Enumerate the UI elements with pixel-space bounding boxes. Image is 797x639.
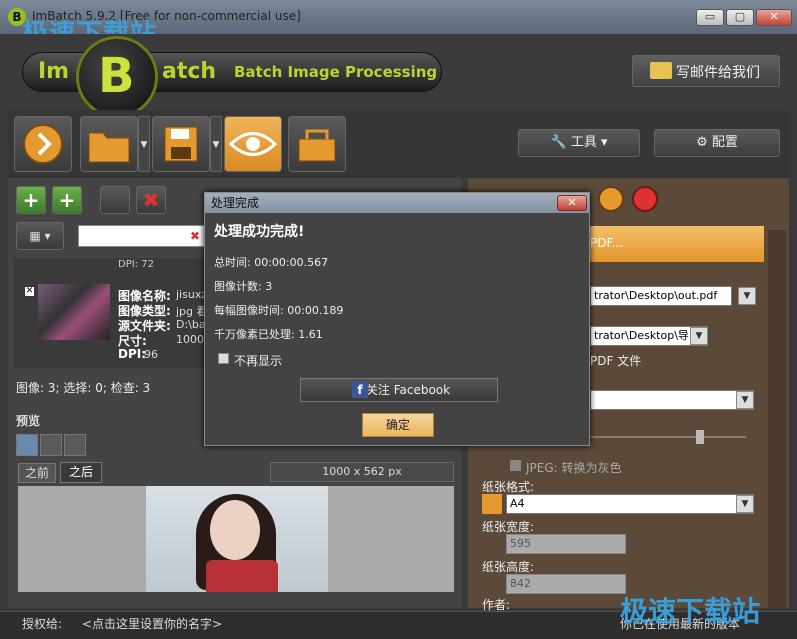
open-dropdown[interactable]: ▼ [138,116,150,172]
preview-button[interactable] [224,116,282,172]
add-image-button[interactable]: + [16,186,46,214]
jpeg-gray-checkbox[interactable] [510,460,521,471]
image-type-value: jpg 看 [176,305,208,318]
clear-filter-icon[interactable]: ✖ [190,229,200,243]
ok-button[interactable]: 确定 [362,413,434,437]
paper-format-link-icon[interactable] [482,494,502,514]
facebook-button[interactable]: 关注 Facebook [300,378,498,402]
preview-label: 预览 [16,414,41,428]
add-folder-button[interactable]: + [52,186,82,214]
image-dpi-label: DPI: [118,347,147,361]
plus-icon: + [22,188,40,212]
right-scrollbar[interactable] [768,230,786,608]
image-dpi-value: 96 [144,348,158,361]
jpeg-gray-label: JPEG: 转换为灰色 [526,461,622,475]
paper-width-label: 纸张宽度: [482,520,535,534]
logo-b: B [98,48,135,104]
image-stats: 图像: 3; 选择: 0; 检查: 3 [16,381,151,395]
dont-show-label: 不再显示 [234,354,283,368]
paper-format-select[interactable]: A4 [506,494,754,514]
tools-label: 工具 ▾ [570,135,608,150]
plus-icon: + [58,188,76,212]
paper-height-input[interactable]: 842 [506,574,626,594]
tab-after[interactable]: 之后 [60,462,102,483]
preview-dress [206,560,278,592]
play-icon [23,124,63,164]
image-checkbox[interactable]: ✕ [24,286,35,297]
option-select[interactable] [590,390,754,410]
eye-icon [228,132,278,156]
prev-item-dpi: DPI: 72 [118,259,154,270]
paper-format-dropdown[interactable]: ▼ [736,495,754,513]
save-dropdown[interactable]: ▼ [210,116,222,172]
paper-format-label: 纸张格式: [482,480,535,494]
delete-button[interactable]: ✖ [136,186,166,214]
time-per-image: 每幅图像时间: 00:00.189 [214,304,344,317]
logo-subtitle: Batch Image Processing [234,63,438,81]
filter-options-button[interactable]: ▦ ▾ [16,222,64,250]
floppy-icon [164,126,198,162]
remove-button[interactable] [100,186,130,214]
megapixels-processed: 千万像素已处理: 1.61 [214,328,323,341]
pdf-file-label: PDF 文件 [590,354,642,368]
output-folder-dropdown[interactable]: ▼ [690,327,708,345]
folder-icon [88,132,130,163]
maximize-button[interactable]: ▢ [726,9,754,26]
run-button[interactable] [14,116,72,172]
source-folder-value: D:\ba [176,318,206,331]
dialog-close-button[interactable]: ✕ [557,195,587,211]
output-path-input[interactable]: trator\Desktop\out.pdf [590,286,732,306]
hand-icon[interactable] [40,434,62,456]
envelope-icon [650,62,672,79]
gear-icon: ⚙ [696,135,712,150]
wrench-icon: 🔧 [550,135,571,150]
minus-icon[interactable] [598,186,624,212]
filter-input[interactable] [78,225,208,247]
output-path-dropdown[interactable]: ▼ [738,287,756,305]
fit-icon[interactable] [64,434,86,456]
total-time: 总时间: 00:00:00.567 [214,256,329,269]
tools-button[interactable]: 🔧 工具 ▾ [518,129,640,157]
save-button[interactable] [152,116,210,172]
license-name-link[interactable]: <点击这里设置你的名字> [82,615,222,632]
tab-before[interactable]: 之前 [18,463,56,483]
image-name-value: jisuxz [176,288,208,301]
pdf-action-label: PDF... [590,236,623,250]
open-folder-button[interactable] [80,116,138,172]
dialog-title: 处理完成 [205,193,589,213]
paper-width-input[interactable]: 595 [506,534,626,554]
red-x-icon: ✖ [142,188,160,212]
image-dimensions: 1000 x 562 px [270,462,454,482]
zoom-icon[interactable] [16,434,38,456]
watermark-bottom: 极速下载站 [620,595,761,628]
mail-button-label: 写邮件给我们 [676,65,760,81]
shop-button[interactable] [288,116,346,172]
option-select-dropdown[interactable]: ▼ [736,391,754,409]
close-button[interactable]: ✕ [756,9,792,26]
image-tools-icon: ▦ ▾ [29,229,51,243]
dont-show-checkbox[interactable] [218,353,229,364]
image-thumbnail[interactable] [38,284,110,340]
config-button[interactable]: ⚙ 配置 [654,129,780,157]
preview-face [210,500,260,560]
minimize-button[interactable]: ▭ [696,9,724,26]
image-count: 图像计数: 3 [214,280,273,293]
dialog-heading: 处理成功完成! [214,224,305,240]
logo-im: Im [38,59,70,84]
remove-action-icon[interactable] [632,186,658,212]
paper-height-label: 纸张高度: [482,560,535,574]
config-label: 配置 [711,135,738,150]
basket-icon [298,129,336,162]
quality-slider-thumb[interactable] [696,430,704,444]
logo-atch: atch [162,59,217,84]
license-label: 授权给: [22,617,63,631]
facebook-icon: f [352,382,368,398]
